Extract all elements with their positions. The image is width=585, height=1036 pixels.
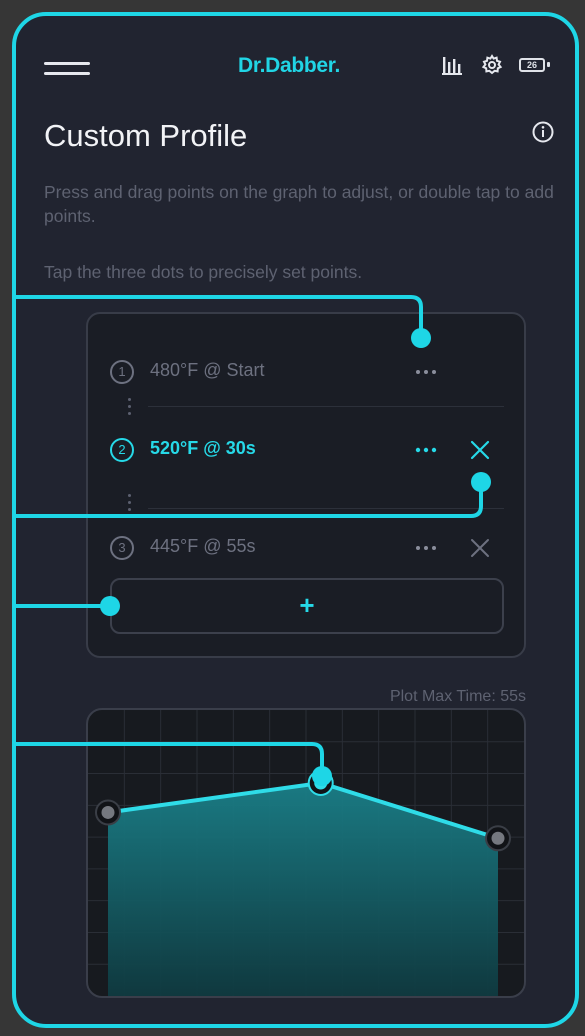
point-number: 2 bbox=[110, 438, 134, 462]
gear-icon[interactable] bbox=[481, 54, 503, 76]
profile-graph-canvas[interactable] bbox=[88, 710, 524, 996]
instructions-drag: Press and drag points on the graph to ad… bbox=[44, 182, 554, 226]
connector-dots bbox=[128, 494, 132, 515]
point-row-1[interactable]: 1 480°F @ Start bbox=[88, 352, 528, 392]
row-divider bbox=[148, 406, 504, 407]
info-icon[interactable] bbox=[531, 120, 555, 144]
point-label: 520°F @ 30s bbox=[150, 438, 256, 458]
point-row-2[interactable]: 2 520°F @ 30s bbox=[88, 430, 528, 470]
points-panel: 1 480°F @ Start 2 520°F @ 30s 3 445°F @ … bbox=[86, 312, 526, 658]
battery-icon: 26 bbox=[519, 58, 545, 72]
profile-graph[interactable] bbox=[86, 708, 526, 998]
menu-icon[interactable] bbox=[44, 62, 90, 76]
instructions-dots: Tap the three dots to precisely set poin… bbox=[44, 262, 363, 282]
phone-screen: Dr.Dabber. 26 Custom Profile Press and d… bbox=[12, 12, 579, 1028]
point-number: 1 bbox=[110, 360, 134, 384]
more-options-icon[interactable] bbox=[406, 534, 446, 562]
profile-area bbox=[108, 782, 498, 996]
add-point-button[interactable]: + bbox=[110, 578, 504, 634]
brand-logo: Dr.Dabber. bbox=[238, 54, 341, 77]
delete-point-icon[interactable] bbox=[468, 438, 492, 462]
point-label: 480°F @ Start bbox=[150, 360, 265, 380]
profile-point-core bbox=[491, 831, 505, 845]
connector-dots bbox=[128, 398, 132, 419]
row-divider bbox=[148, 508, 504, 509]
page-title: Custom Profile bbox=[44, 118, 248, 153]
battery-tip bbox=[547, 62, 550, 67]
more-options-icon[interactable] bbox=[406, 358, 446, 386]
point-row-3[interactable]: 3 445°F @ 55s bbox=[88, 528, 528, 568]
bar-chart-icon[interactable] bbox=[441, 54, 463, 76]
profile-point-core bbox=[314, 776, 328, 790]
point-label: 445°F @ 55s bbox=[150, 536, 256, 556]
plot-max-time: Plot Max Time: 55s bbox=[389, 688, 526, 705]
more-options-icon[interactable] bbox=[406, 436, 446, 464]
point-number: 3 bbox=[110, 536, 134, 560]
delete-point-icon[interactable] bbox=[468, 536, 492, 560]
profile-point-core bbox=[101, 805, 115, 819]
